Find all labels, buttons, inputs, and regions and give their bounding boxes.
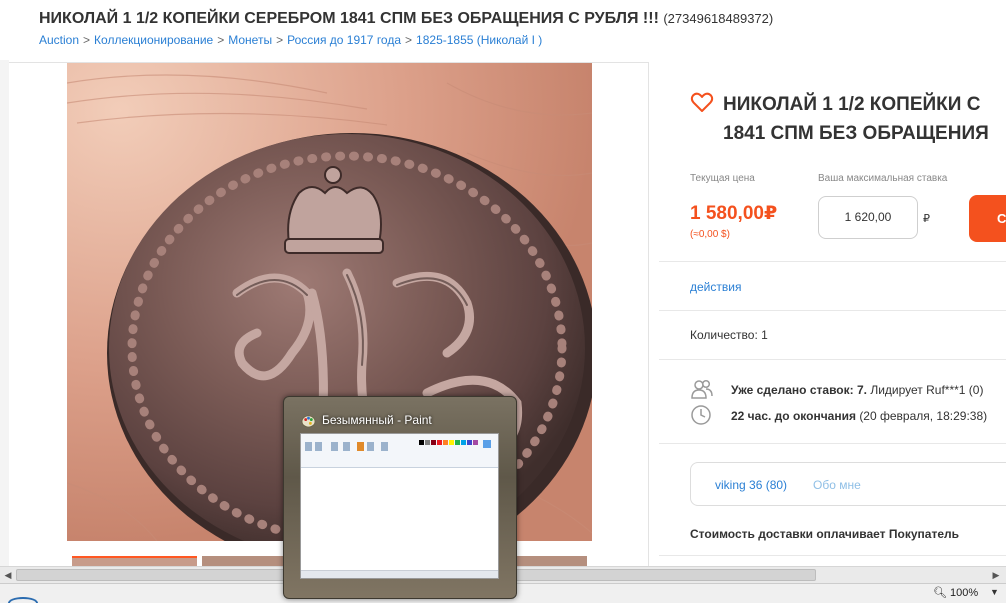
- current-price: 1 580,00₽: [690, 203, 778, 224]
- page-title: НИКОЛАЙ 1 1/2 КОПЕЙКИ СЕРЕБРОМ 1841 СПМ …: [39, 10, 773, 28]
- actions-link[interactable]: действия: [690, 280, 741, 294]
- section-divider: [659, 359, 1006, 360]
- paint-tool-icon: [331, 442, 338, 451]
- bids-count: Уже сделано ставок: 7.: [731, 383, 867, 397]
- max-bid-input[interactable]: 1 620,00: [818, 196, 918, 239]
- bidders-icon: [691, 379, 713, 399]
- lot-title: НИКОЛАЙ 1 1/2 КОПЕЙКИ С 1841 СПМ БЕЗ ОБР…: [723, 90, 989, 148]
- paint-tool-icon: [305, 442, 312, 451]
- place-bid-button[interactable]: С: [969, 195, 1006, 242]
- auction-page: НИКОЛАЙ 1 1/2 КОПЕЙКИ СЕРЕБРОМ 1841 СПМ …: [0, 0, 1006, 603]
- currency-symbol: ₽: [923, 213, 930, 225]
- heart-icon[interactable]: [690, 90, 714, 114]
- gallery-divider: [648, 62, 649, 568]
- paint-status-bar: [301, 570, 498, 578]
- paint-tool-icon: [315, 442, 322, 451]
- current-price-label: Текущая цена: [690, 173, 755, 184]
- current-price-usd: (≈0,00 $): [690, 229, 730, 240]
- end-time: (20 февраля, 18:29:38): [859, 409, 988, 423]
- color-swatch: [455, 440, 460, 445]
- breadcrumb-item-nicholas[interactable]: 1825-1855 (Николай I ): [416, 33, 542, 47]
- color-swatch: [483, 440, 491, 448]
- section-divider: [659, 555, 1006, 556]
- seller-about-link[interactable]: Обо мне: [813, 478, 861, 492]
- breadcrumb-item-auction[interactable]: Auction: [39, 33, 79, 47]
- time-left: 22 час. до окончания: [731, 409, 856, 423]
- page-title-text: НИКОЛАЙ 1 1/2 КОПЕЙКИ СЕРЕБРОМ 1841 СПМ …: [39, 10, 659, 27]
- color-swatch: [437, 440, 442, 445]
- paint-tool-icon: [343, 442, 350, 451]
- lot-title-line: 1841 СПМ БЕЗ ОБРАЩЕНИЯ: [723, 123, 989, 144]
- breadcrumb-separator: >: [217, 33, 225, 47]
- leader-text[interactable]: Лидирует Ruf***1 (0): [870, 383, 983, 397]
- scroll-left-arrow-icon[interactable]: ◀: [3, 570, 13, 580]
- breadcrumb-separator: >: [405, 33, 413, 47]
- breadcrumb-separator: >: [276, 33, 284, 47]
- delivery-info: Стоимость доставки оплачивает Покупатель: [690, 527, 959, 541]
- breadcrumb-item-russia[interactable]: Россия до 1917 года: [287, 33, 401, 47]
- paint-tool-icon: [381, 442, 388, 451]
- color-swatch: [419, 440, 424, 445]
- color-swatch: [473, 440, 478, 445]
- paint-tool-icon: [357, 442, 364, 451]
- color-swatch: [461, 440, 466, 445]
- section-divider: [659, 443, 1006, 444]
- breadcrumb-item-collecting[interactable]: Коллекционирование: [94, 33, 213, 47]
- scroll-right-arrow-icon[interactable]: ▶: [991, 570, 1001, 580]
- preview-window-thumbnail[interactable]: [300, 433, 499, 579]
- zoom-level: 100%: [950, 587, 979, 599]
- quantity-text: Количество: 1: [690, 328, 768, 342]
- seller-name-link[interactable]: viking 36 (80): [715, 478, 787, 492]
- color-swatch: [425, 440, 430, 445]
- zoom-control[interactable]: 🔍︎ 100%: [933, 586, 978, 599]
- breadcrumb-separator: >: [83, 33, 91, 47]
- paint-canvas: [303, 470, 496, 570]
- breadcrumb-item-coins[interactable]: Монеты: [228, 33, 272, 47]
- max-bid-label: Ваша максимальная ставка: [818, 173, 948, 184]
- color-swatch: [449, 440, 454, 445]
- clock-icon: [691, 405, 711, 425]
- paint-tool-icon: [367, 442, 374, 451]
- lot-id: (27349618489372): [663, 11, 774, 26]
- left-gutter: [0, 60, 9, 566]
- zoom-dropdown-icon[interactable]: ▼: [990, 587, 999, 597]
- color-swatch: [431, 440, 436, 445]
- section-divider: [659, 310, 1006, 311]
- zoom-icon: 🔍︎: [933, 587, 947, 599]
- bids-info: Уже сделано ставок: 7. Лидирует Ruf***1 …: [731, 383, 983, 397]
- color-swatch: [467, 440, 472, 445]
- time-left-info: 22 час. до окончания (20 февраля, 18:29:…: [731, 409, 987, 423]
- lot-title-line: НИКОЛАЙ 1 1/2 КОПЕЙКИ С: [723, 94, 981, 115]
- start-orb-icon[interactable]: [8, 597, 38, 603]
- paint-ribbon: [301, 434, 498, 468]
- thumbnail-item[interactable]: [72, 556, 197, 566]
- color-swatch: [443, 440, 448, 445]
- paint-icon: [301, 415, 316, 428]
- section-divider: [659, 261, 1006, 262]
- breadcrumb: Auction > Коллекционирование > Монеты > Россия…: [39, 33, 542, 47]
- preview-window-title[interactable]: Безымянный - Paint: [322, 413, 432, 427]
